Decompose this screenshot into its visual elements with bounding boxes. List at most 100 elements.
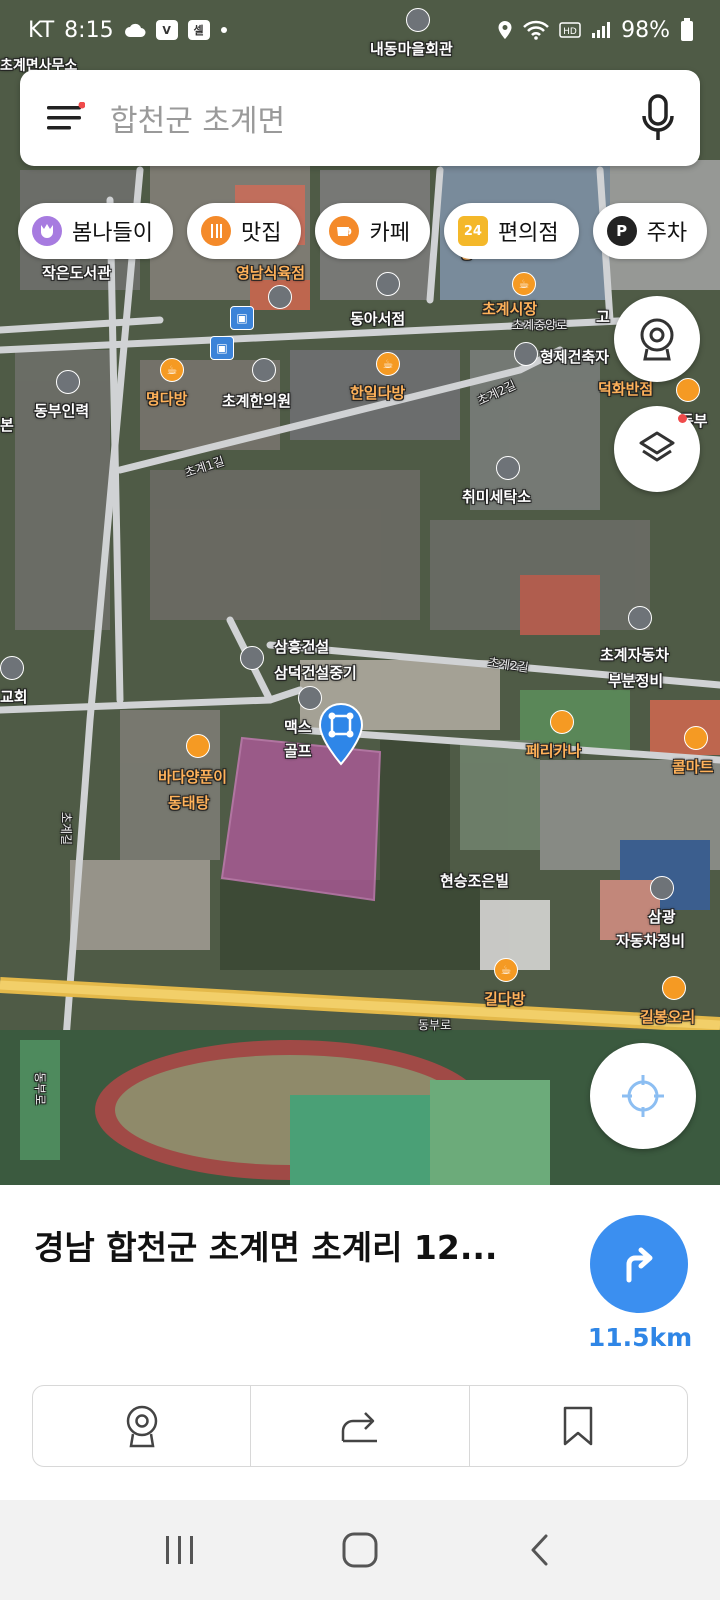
poi-pin-icon[interactable]	[252, 358, 276, 382]
poi-pin-icon[interactable]	[662, 976, 686, 1000]
map-label[interactable]: 한일다방	[350, 382, 405, 403]
map-label[interactable]: 동태탕	[168, 792, 209, 813]
map-label[interactable]: 길봉오리	[640, 1006, 695, 1027]
road-label: 초계길	[59, 811, 74, 846]
poi-pin-icon[interactable]	[56, 370, 80, 394]
map-label[interactable]: 삼덕건설중기	[274, 662, 357, 683]
bus-stop-icon[interactable]: ▣	[210, 336, 234, 360]
poi-pin-icon[interactable]: ☕	[376, 352, 400, 376]
poi-pin-icon[interactable]	[186, 734, 210, 758]
back-button[interactable]	[500, 1510, 580, 1590]
roadview-button[interactable]	[614, 296, 700, 382]
map-label[interactable]: 페리카나	[526, 740, 581, 761]
action-bar	[32, 1385, 688, 1467]
chip-label: 편의점	[497, 221, 559, 246]
poi-pin-icon[interactable]	[240, 646, 264, 670]
map-label[interactable]: 초계한의원	[222, 390, 291, 411]
chip-spring-outing[interactable]: 봄나들이	[18, 203, 173, 259]
chip-label: 카페	[369, 221, 410, 246]
poi-pin-icon[interactable]	[0, 656, 24, 680]
poi-pin-icon[interactable]	[550, 710, 574, 734]
chip-parking[interactable]: P 주차	[592, 203, 708, 259]
menu-button[interactable]	[20, 70, 110, 166]
my-location-button[interactable]	[590, 1043, 696, 1149]
map-label[interactable]: 부분정비	[608, 670, 663, 691]
map-label[interactable]: 형제건축자	[540, 346, 609, 367]
coffee-cup-icon	[329, 216, 360, 246]
chip-restaurants[interactable]: 맛집	[186, 203, 302, 259]
directions-button[interactable]	[590, 1215, 688, 1313]
map-label[interactable]: 콜마트	[672, 756, 713, 777]
place-info-sheet: 경남 합천군 초계면 초계리 12... 11.5km	[0, 1185, 720, 1500]
bookmark-button[interactable]	[468, 1386, 687, 1466]
chip-cafe[interactable]: 카페	[315, 203, 430, 259]
selected-location-marker-icon[interactable]	[318, 702, 364, 766]
battery-percent: 98%	[621, 17, 670, 43]
road-label: 초계중앙로	[512, 318, 568, 332]
map-label[interactable]: 동부인력	[34, 400, 89, 421]
map-label[interactable]: 영남식육점	[236, 262, 305, 283]
map-label[interactable]: 현승조은빌	[440, 870, 509, 891]
map-label[interactable]: 맥스	[284, 716, 312, 737]
map-label[interactable]: 골프	[284, 740, 312, 761]
recent-apps-icon	[166, 1536, 193, 1564]
category-chips: 봄나들이 맛집 카페 24 편의점 P 주차	[18, 203, 708, 261]
poi-pin-icon[interactable]	[628, 606, 652, 630]
tulip-icon	[32, 216, 62, 246]
map-layers-button[interactable]	[614, 406, 700, 492]
poi-pin-icon[interactable]	[514, 342, 538, 366]
wifi-icon	[523, 20, 549, 40]
map-label[interactable]: 덕화반점	[598, 378, 653, 399]
map-view[interactable]: 내동마을회관 초계면사무소 작은도서관 영남식육점 방 초계시장 동아서점 초계…	[0, 0, 720, 1185]
poi-pin-icon[interactable]: ☕	[512, 272, 536, 296]
poi-pin-icon[interactable]: ☕	[494, 958, 518, 982]
poi-pin-icon[interactable]	[684, 726, 708, 750]
location-icon	[497, 20, 513, 40]
poi-pin-icon[interactable]	[268, 285, 292, 309]
bus-stop-icon[interactable]: ▣	[230, 306, 254, 330]
cloud-icon	[124, 22, 146, 38]
utensils-icon	[200, 216, 231, 246]
poi-pin-icon[interactable]	[376, 272, 400, 296]
map-label[interactable]: 길다방	[484, 988, 525, 1009]
layers-icon	[639, 431, 675, 462]
map-label[interactable]: 삼광	[648, 906, 676, 927]
status-bar: KT 8:15 V 셀 HD 98%	[0, 0, 720, 60]
voice-search-button[interactable]	[616, 70, 700, 166]
share-button[interactable]	[250, 1386, 468, 1466]
app-notification-icon: 셀	[187, 20, 210, 40]
poi-pin-icon[interactable]	[650, 876, 674, 900]
map-label[interactable]: 바다양푼이	[158, 766, 227, 787]
signal-icon	[591, 21, 611, 39]
chip-label: 주차	[646, 221, 688, 246]
road-label: 동부로	[418, 1018, 452, 1032]
map-label[interactable]: 명다방	[146, 388, 187, 409]
recent-apps-button[interactable]	[140, 1510, 220, 1590]
poi-pin-icon[interactable]: ☕	[160, 358, 184, 382]
map-label[interactable]: 삼흥건설	[274, 636, 329, 657]
map-label[interactable]: 동아서점	[350, 308, 405, 329]
map-label[interactable]: 자동차정비	[616, 930, 685, 951]
chip-label: 맛집	[240, 221, 282, 246]
search-input[interactable]: 합천군 초계면	[110, 96, 616, 140]
map-label[interactable]: 작은도서관	[42, 262, 111, 283]
svg-text:HD: HD	[563, 27, 577, 37]
back-icon	[531, 1534, 548, 1566]
satellite-imagery	[0, 0, 720, 1185]
map-label[interactable]: 교회	[0, 686, 28, 707]
poi-pin-icon[interactable]	[676, 378, 700, 402]
notification-dot	[678, 414, 687, 423]
poi-pin-icon[interactable]	[496, 456, 520, 480]
chip-convenience-store[interactable]: 24 편의점	[443, 203, 579, 259]
search-bar[interactable]: 합천군 초계면	[20, 70, 700, 166]
dot-icon	[220, 26, 228, 34]
carrier-label: KT	[28, 17, 55, 43]
place-address[interactable]: 경남 합천군 초계면 초계리 12...	[34, 1221, 497, 1269]
map-label[interactable]: 고	[596, 306, 610, 327]
parking-icon: P	[606, 216, 637, 246]
map-label[interactable]: 본	[0, 414, 14, 435]
home-button[interactable]	[320, 1510, 400, 1590]
roadview-action-button[interactable]	[33, 1386, 250, 1466]
map-label[interactable]: 취미세탁소	[462, 486, 531, 507]
map-label[interactable]: 초계자동차	[600, 644, 669, 665]
